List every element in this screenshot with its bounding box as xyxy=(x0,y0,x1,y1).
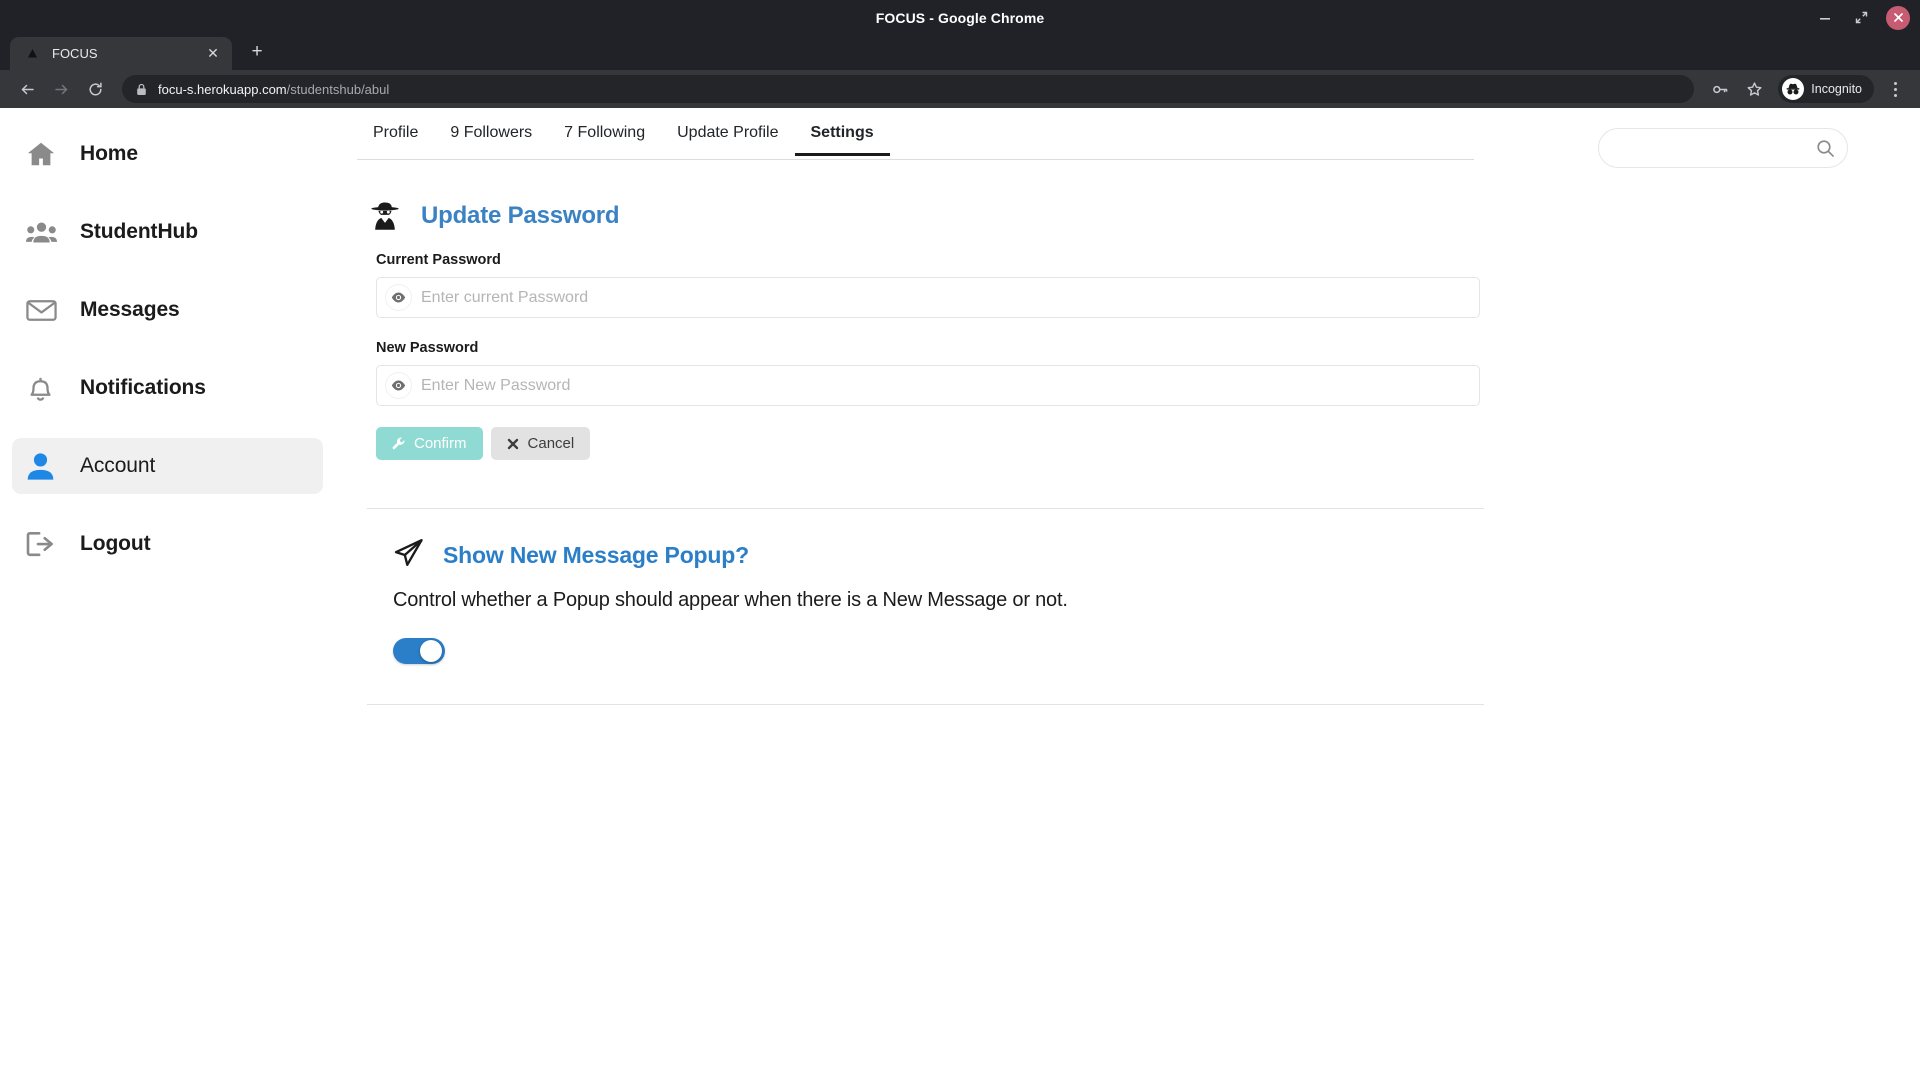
user-secret-icon xyxy=(367,196,403,236)
sidebar-label: Account xyxy=(80,454,155,478)
sidebar-label: Notifications xyxy=(80,376,206,400)
main-content: Profile 9 Followers 7 Following Update P… xyxy=(345,108,1920,1080)
tab-following[interactable]: 7 Following xyxy=(548,124,661,155)
search-icon[interactable] xyxy=(1816,139,1835,158)
confirm-button-label: Confirm xyxy=(414,435,467,452)
sidebar-label: Home xyxy=(80,142,138,166)
address-bar[interactable]: focu-s.herokuapp.com/studentshub/abul xyxy=(122,75,1694,103)
back-icon[interactable] xyxy=(12,74,42,104)
new-tab-button[interactable]: + xyxy=(240,35,274,68)
sidebar-item-notifications[interactable]: Notifications xyxy=(12,360,323,416)
current-password-field[interactable] xyxy=(376,277,1480,318)
sidebar-label: Logout xyxy=(80,532,151,556)
confirm-button[interactable]: Confirm xyxy=(376,427,483,460)
address-bar-host: focu-s.herokuapp.com xyxy=(158,82,287,97)
forward-icon[interactable] xyxy=(46,74,76,104)
search-input[interactable] xyxy=(1617,140,1816,157)
cancel-button-label: Cancel xyxy=(528,435,575,452)
section-divider xyxy=(367,508,1484,509)
lock-icon xyxy=(134,82,148,96)
sidebar-item-account[interactable]: Account xyxy=(12,438,323,494)
bell-icon xyxy=(26,374,66,403)
bottom-divider xyxy=(367,704,1484,705)
browser-toolbar: focu-s.herokuapp.com/studentshub/abul In… xyxy=(0,70,1920,108)
update-password-title: Update Password xyxy=(421,202,619,230)
home-icon xyxy=(26,139,66,169)
address-bar-url: focu-s.herokuapp.com/studentshub/abul xyxy=(158,82,389,97)
incognito-avatar xyxy=(1782,78,1804,100)
update-password-header: Update Password xyxy=(367,196,1474,236)
tab-settings[interactable]: Settings xyxy=(795,124,890,155)
times-icon xyxy=(507,438,519,450)
search-box[interactable] xyxy=(1598,128,1848,168)
tab-update-profile[interactable]: Update Profile xyxy=(661,124,794,155)
user-icon xyxy=(26,452,66,481)
incognito-profile-chip[interactable]: Incognito xyxy=(1778,75,1874,103)
browser-tab-focus[interactable]: FOCUS ✕ xyxy=(10,37,232,70)
message-popup-description: Control whether a Popup should appear wh… xyxy=(393,589,1474,612)
sidebar-item-messages[interactable]: Messages xyxy=(12,282,323,338)
new-password-input[interactable] xyxy=(421,377,1479,395)
paper-plane-icon xyxy=(393,537,425,574)
eye-icon[interactable] xyxy=(385,284,412,311)
window-controls xyxy=(1814,0,1910,35)
sidebar-item-logout[interactable]: Logout xyxy=(12,516,323,572)
cancel-button[interactable]: Cancel xyxy=(491,427,591,460)
search-panel xyxy=(1598,128,1848,168)
sidebar-nav: Home StudentHub Messages xyxy=(0,108,345,1080)
current-password-input[interactable] xyxy=(421,289,1479,307)
settings-content: Update Password Current Password New Pas… xyxy=(357,196,1474,705)
reload-icon[interactable] xyxy=(80,74,110,104)
sidebar-item-studenthub[interactable]: StudentHub xyxy=(12,204,323,260)
address-bar-path: /studentshub/abul xyxy=(287,82,390,97)
incognito-label: Incognito xyxy=(1811,82,1862,96)
close-window-button[interactable] xyxy=(1886,6,1910,30)
message-popup-toggle[interactable] xyxy=(393,638,445,664)
envelope-icon xyxy=(26,295,66,326)
update-password-form: Current Password New Password xyxy=(367,252,1474,460)
eye-icon[interactable] xyxy=(385,372,412,399)
sidebar-label: Messages xyxy=(80,298,180,322)
key-icon[interactable] xyxy=(1706,75,1734,103)
browser-tab-title: FOCUS xyxy=(52,46,204,61)
new-password-field[interactable] xyxy=(376,365,1480,406)
sidebar-label: StudentHub xyxy=(80,220,198,244)
new-password-label: New Password xyxy=(376,340,1474,356)
message-popup-header: Show New Message Popup? xyxy=(393,537,1474,574)
star-icon[interactable] xyxy=(1740,75,1768,103)
minimize-button[interactable] xyxy=(1814,7,1836,29)
close-tab-icon[interactable]: ✕ xyxy=(204,45,222,62)
sidebar-item-home[interactable]: Home xyxy=(12,126,323,182)
window-titlebar: FOCUS - Google Chrome xyxy=(0,0,1920,35)
sign-out-icon xyxy=(26,529,66,559)
wrench-icon xyxy=(392,437,405,450)
triangle-favicon xyxy=(24,46,40,62)
current-password-label: Current Password xyxy=(376,252,1474,268)
browser-tabstrip: FOCUS ✕ + xyxy=(0,35,1920,70)
tab-followers[interactable]: 9 Followers xyxy=(434,124,548,155)
page-body: Home StudentHub Messages xyxy=(0,108,1920,1080)
three-dot-menu-icon[interactable] xyxy=(1882,75,1908,103)
profile-tabs: Profile 9 Followers 7 Following Update P… xyxy=(357,108,1474,160)
password-action-buttons: Confirm Cancel xyxy=(376,427,1474,460)
message-popup-title: Show New Message Popup? xyxy=(443,542,749,569)
tab-profile[interactable]: Profile xyxy=(357,124,434,155)
users-icon xyxy=(26,217,66,248)
window-title: FOCUS - Google Chrome xyxy=(876,10,1045,26)
toggle-knob xyxy=(420,640,442,662)
message-popup-section: Show New Message Popup? Control whether … xyxy=(367,537,1474,664)
restore-button[interactable] xyxy=(1850,7,1872,29)
